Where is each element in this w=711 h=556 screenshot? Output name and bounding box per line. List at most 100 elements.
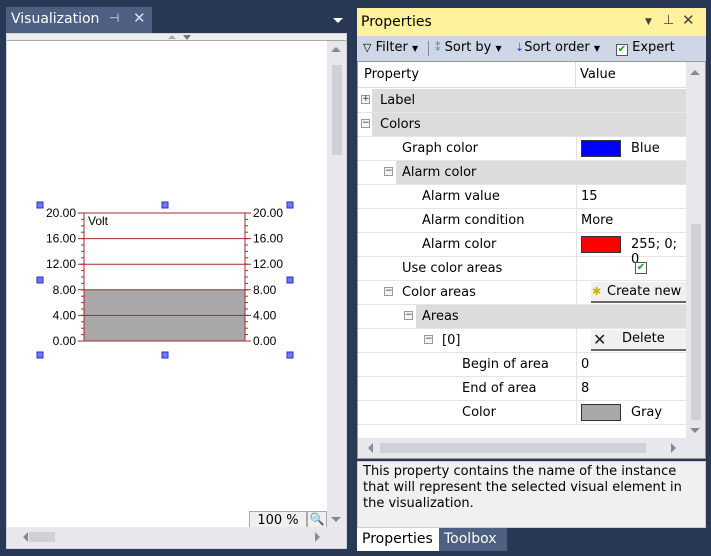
create-new-button[interactable]: ✱ Create new bbox=[591, 282, 687, 303]
tick-label-right: 8.00 bbox=[253, 283, 277, 297]
vertical-scrollbar[interactable] bbox=[327, 41, 346, 527]
visualization-canvas[interactable]: 0.00 0.00 4.00 4.00 8.00 8.00 12.00 12.00 16.00 1… bbox=[6, 33, 347, 549]
property-value[interactable]: 15 bbox=[576, 185, 686, 208]
tick-label-right: 4.00 bbox=[253, 308, 277, 322]
value-text: 8 bbox=[581, 381, 590, 396]
property-value[interactable]: 0 bbox=[576, 353, 686, 376]
vertical-scrollbar[interactable] bbox=[686, 62, 705, 438]
scroll-up-icon[interactable] bbox=[690, 70, 700, 75]
resize-handle[interactable] bbox=[286, 276, 294, 284]
property-value[interactable]: Gray bbox=[576, 401, 686, 424]
horizontal-scrollbar[interactable] bbox=[7, 527, 346, 548]
collapse-icon[interactable]: − bbox=[384, 287, 393, 296]
property-row[interactable]: End of area 8 bbox=[358, 377, 686, 401]
scroll-down-icon[interactable] bbox=[690, 428, 700, 433]
resize-handle[interactable] bbox=[286, 201, 294, 209]
property-row[interactable]: − Color areas ✱ Create new bbox=[358, 281, 687, 305]
visualization-tab[interactable]: Visualization ⊣ ✕ bbox=[6, 7, 152, 33]
scroll-thumb[interactable] bbox=[332, 65, 342, 155]
scroll-left-icon[interactable] bbox=[23, 532, 28, 542]
property-value[interactable]: ✕ Delete bbox=[576, 329, 687, 352]
property-row[interactable]: Alarm condition More bbox=[358, 209, 686, 233]
property-label: End of area bbox=[462, 381, 537, 396]
delete-icon: ✕ bbox=[593, 330, 607, 349]
grid-header: Property Value bbox=[358, 62, 686, 88]
property-label: Begin of area bbox=[462, 357, 549, 372]
property-value[interactable]: More bbox=[576, 209, 686, 232]
resize-handle[interactable] bbox=[161, 351, 169, 359]
checkmark-icon: ✔ bbox=[616, 44, 628, 56]
scroll-up-icon[interactable] bbox=[331, 47, 341, 52]
tick-label-right: 0.00 bbox=[253, 334, 277, 348]
property-description: This property contains the name of the i… bbox=[357, 461, 706, 528]
scroll-thumb[interactable] bbox=[29, 532, 55, 542]
scroll-thumb[interactable] bbox=[380, 443, 646, 453]
horizontal-scrollbar[interactable] bbox=[358, 438, 705, 458]
sort-by-button[interactable]: ⁑ Sort by ▼ bbox=[435, 40, 502, 55]
resize-handle[interactable] bbox=[36, 276, 44, 284]
collapse-icon[interactable]: − bbox=[361, 119, 370, 128]
property-row[interactable]: Graph color Blue bbox=[358, 137, 686, 161]
expert-checkbox[interactable]: ✔ Expert bbox=[616, 40, 675, 56]
column-header-property[interactable]: Property bbox=[364, 67, 419, 82]
resize-handle[interactable] bbox=[161, 201, 169, 209]
property-label: Color bbox=[462, 405, 496, 420]
scroll-right-icon[interactable] bbox=[315, 532, 320, 542]
scroll-down-icon[interactable] bbox=[331, 517, 341, 522]
toolbar-separator bbox=[428, 41, 429, 56]
resize-handle[interactable] bbox=[36, 351, 44, 359]
collapse-icon[interactable]: − bbox=[424, 335, 433, 344]
bar-meter[interactable]: 0.00 0.00 4.00 4.00 8.00 8.00 12.00 12.00 16.00 1… bbox=[7, 34, 327, 527]
tab-toolbox[interactable]: Toolbox bbox=[439, 528, 507, 551]
property-row[interactable]: − [0] ✕ Delete bbox=[358, 329, 687, 353]
sort-by-label: Sort by bbox=[444, 40, 492, 55]
sort-order-button[interactable]: ⇣Sort order ▼ bbox=[515, 40, 600, 55]
property-label: Areas bbox=[422, 309, 459, 324]
color-swatch[interactable] bbox=[581, 404, 621, 421]
scroll-thumb[interactable] bbox=[691, 224, 701, 420]
property-row[interactable]: Alarm value 15 bbox=[358, 185, 686, 209]
filter-button[interactable]: ▽ Filter ▼ bbox=[363, 40, 418, 55]
pin-icon[interactable]: ⊥ bbox=[663, 13, 674, 28]
tab-properties[interactable]: Properties bbox=[357, 528, 439, 551]
column-header-value[interactable]: Value bbox=[580, 67, 616, 82]
scroll-right-icon[interactable] bbox=[671, 443, 676, 453]
close-icon[interactable]: ✕ bbox=[133, 9, 146, 27]
property-value[interactable]: Blue bbox=[576, 137, 686, 160]
use-color-areas-checkbox[interactable]: ✔ bbox=[635, 262, 647, 274]
property-value[interactable]: 8 bbox=[576, 377, 686, 400]
property-value[interactable]: ✱ Create new bbox=[576, 281, 687, 304]
color-swatch[interactable] bbox=[581, 236, 621, 253]
window-list-dropdown-icon[interactable] bbox=[333, 18, 343, 23]
delete-button[interactable]: ✕ Delete bbox=[591, 330, 687, 351]
property-value[interactable]: 255; 0; 0 bbox=[576, 233, 686, 267]
property-row[interactable]: − Colors bbox=[358, 113, 686, 137]
property-label: Colors bbox=[380, 117, 421, 132]
sort-order-label: Sort order bbox=[524, 40, 590, 55]
property-row[interactable]: − Alarm color bbox=[358, 161, 686, 185]
color-swatch[interactable] bbox=[581, 140, 621, 157]
property-row[interactable]: Begin of area 0 bbox=[358, 353, 686, 377]
collapse-icon[interactable]: − bbox=[404, 311, 413, 320]
resize-handle[interactable] bbox=[286, 351, 294, 359]
scroll-left-icon[interactable] bbox=[368, 443, 373, 453]
value-text: 15 bbox=[581, 189, 598, 204]
collapse-icon[interactable]: − bbox=[384, 167, 393, 176]
dropdown-icon[interactable]: ▼ bbox=[645, 17, 652, 27]
property-label: Alarm condition bbox=[422, 213, 525, 228]
expand-icon[interactable]: + bbox=[361, 95, 370, 104]
pin-icon[interactable]: ⊣ bbox=[109, 11, 119, 25]
column-divider[interactable] bbox=[575, 62, 576, 88]
property-row[interactable]: − Areas bbox=[358, 305, 686, 329]
sort-by-icon: ⁑ bbox=[435, 41, 441, 54]
property-row[interactable]: Use color areas ✔ bbox=[358, 257, 686, 281]
property-value[interactable]: ✔ bbox=[576, 257, 686, 280]
tick-label-left: 12.00 bbox=[46, 257, 76, 271]
property-row[interactable]: + Label bbox=[358, 89, 686, 113]
resize-handle[interactable] bbox=[36, 201, 44, 209]
property-grid: Property Value + Label − Colors Graph color B… bbox=[357, 61, 706, 459]
properties-toolbar: ▽ Filter ▼ ⁑ Sort by ▼ ⇣Sort order ▼ ✔ E… bbox=[357, 36, 706, 61]
property-row[interactable]: Color Gray bbox=[358, 401, 686, 425]
property-row[interactable]: Alarm color 255; 0; 0 bbox=[358, 233, 686, 267]
close-icon[interactable]: ✕ bbox=[682, 11, 695, 29]
